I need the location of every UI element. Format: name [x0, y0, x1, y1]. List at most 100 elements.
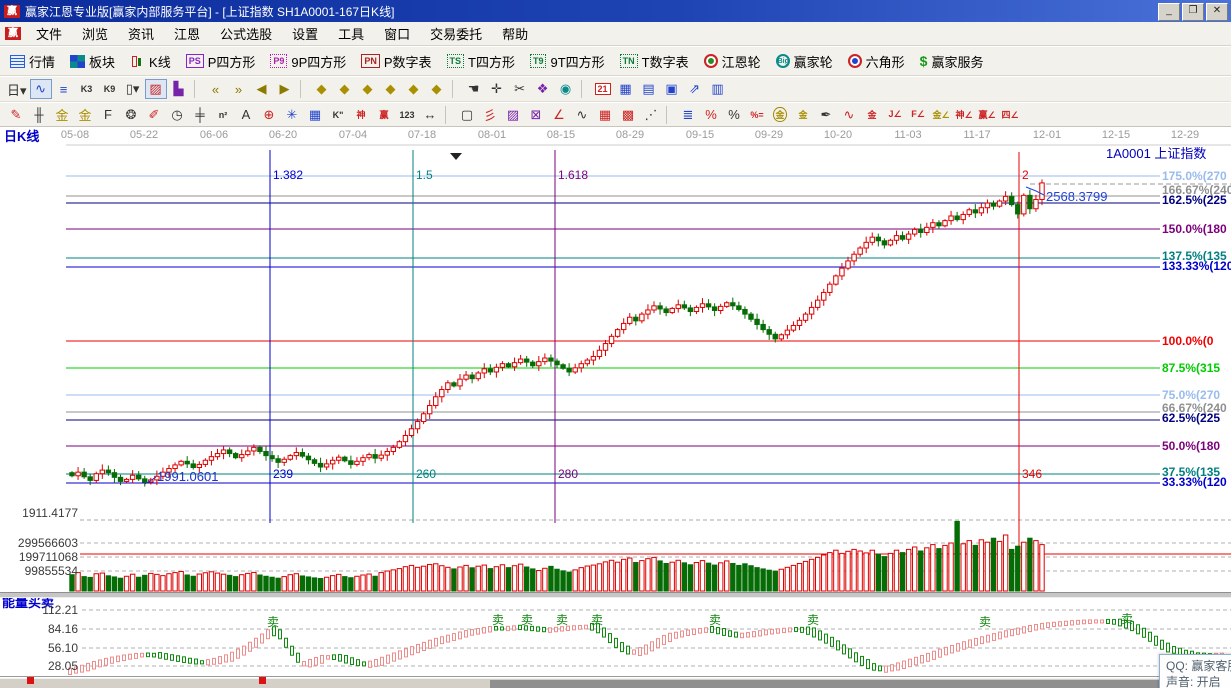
indicator-mark	[669, 633, 672, 641]
candle	[652, 306, 656, 310]
candle	[488, 369, 492, 372]
volume-bar	[852, 549, 856, 591]
candle	[397, 442, 401, 448]
volume-bar	[343, 577, 347, 591]
candle	[1003, 196, 1007, 201]
indicator-mark	[789, 628, 792, 632]
indicator-mark	[1065, 621, 1068, 625]
indicator-mark	[147, 653, 150, 657]
volume-bar	[403, 567, 407, 591]
indicator-axis-label: 84.16	[0, 622, 78, 636]
gann-level-label: 150.0%(180	[1162, 222, 1227, 236]
volume-bar	[543, 568, 547, 591]
volume-bar	[815, 557, 819, 591]
indicator-mark	[1077, 620, 1080, 624]
volume-bar	[215, 573, 219, 591]
volume-bar	[391, 570, 395, 591]
indicator-mark	[243, 646, 246, 655]
volume-bar	[227, 575, 231, 591]
candle	[743, 309, 747, 314]
candle	[300, 453, 304, 457]
indicator-mark	[603, 628, 606, 637]
volume-bar	[670, 562, 674, 591]
candle	[931, 223, 935, 228]
volume-bar	[143, 575, 147, 591]
candle	[791, 325, 795, 330]
candle	[900, 236, 904, 240]
volume-bar	[179, 571, 183, 591]
candle	[882, 241, 886, 245]
volume-bar	[203, 573, 207, 591]
volume-bar	[1040, 545, 1044, 591]
indicator-mark	[879, 666, 882, 671]
volume-bar	[434, 564, 438, 591]
candle	[209, 457, 213, 461]
volume-bar	[88, 577, 92, 591]
indicator-mark	[447, 635, 450, 642]
volume-bar	[943, 545, 947, 591]
candle	[937, 223, 941, 226]
candle	[106, 470, 110, 473]
volume-bar	[367, 574, 371, 591]
last-price-annotation: 2568.3799	[1046, 189, 1107, 204]
indicator-mark	[249, 642, 252, 651]
horizontal-scroll-strip[interactable]	[0, 678, 1231, 688]
candle	[919, 229, 923, 232]
candle	[337, 457, 341, 460]
candle	[524, 359, 528, 362]
volume-bar	[688, 565, 692, 591]
candle	[452, 383, 456, 386]
candle	[270, 456, 274, 459]
volume-bar	[597, 564, 601, 591]
volume-bar	[355, 576, 359, 591]
candle	[512, 363, 516, 367]
volume-bar	[161, 576, 165, 591]
volume-bar	[585, 566, 589, 591]
candle	[373, 455, 377, 459]
volume-bar	[858, 551, 862, 591]
volume-bar	[1028, 538, 1032, 591]
indicator-mark	[375, 660, 378, 667]
chart-canvas[interactable]	[0, 0, 1231, 688]
volume-bar	[294, 574, 298, 591]
candle	[482, 369, 486, 373]
candle	[464, 375, 468, 379]
scroll-thumb[interactable]	[490, 680, 1231, 688]
volume-bar	[573, 570, 577, 591]
candle	[809, 307, 813, 314]
volume-bar	[906, 549, 910, 591]
sell-signal-label: 卖	[492, 611, 504, 628]
date-tick: 06-06	[200, 129, 228, 141]
candle	[427, 406, 431, 414]
indicator-mark	[135, 653, 138, 658]
indicator-mark	[129, 654, 132, 659]
volume-bar	[682, 563, 686, 591]
indicator-mark	[99, 660, 102, 667]
volume-bar	[797, 563, 801, 591]
indicator-mark	[189, 658, 192, 663]
candle	[670, 308, 674, 312]
candle	[282, 459, 286, 462]
indicator-mark	[1035, 624, 1038, 630]
volume-bar	[785, 567, 789, 591]
candle	[440, 390, 444, 397]
indicator-mark	[945, 647, 948, 654]
volume-bar	[500, 565, 504, 591]
candle	[621, 323, 625, 329]
volume-bar	[876, 554, 880, 591]
indicator-mark	[609, 634, 612, 643]
service-status-popup[interactable]: QQ: 赢家客服 声音: 开启	[1159, 654, 1231, 688]
indicator-mark	[363, 662, 366, 666]
indicator-mark	[741, 633, 744, 637]
candle	[379, 455, 383, 458]
indicator-mark	[633, 650, 636, 654]
volume-bar	[130, 574, 134, 591]
candle	[343, 457, 347, 461]
date-tick: 11-17	[963, 129, 990, 141]
indicator-mark	[1107, 619, 1110, 623]
candle	[840, 268, 844, 276]
volume-bar	[191, 576, 195, 591]
volume-bar	[991, 538, 995, 591]
indicator-mark	[345, 656, 348, 663]
candle	[949, 216, 953, 221]
